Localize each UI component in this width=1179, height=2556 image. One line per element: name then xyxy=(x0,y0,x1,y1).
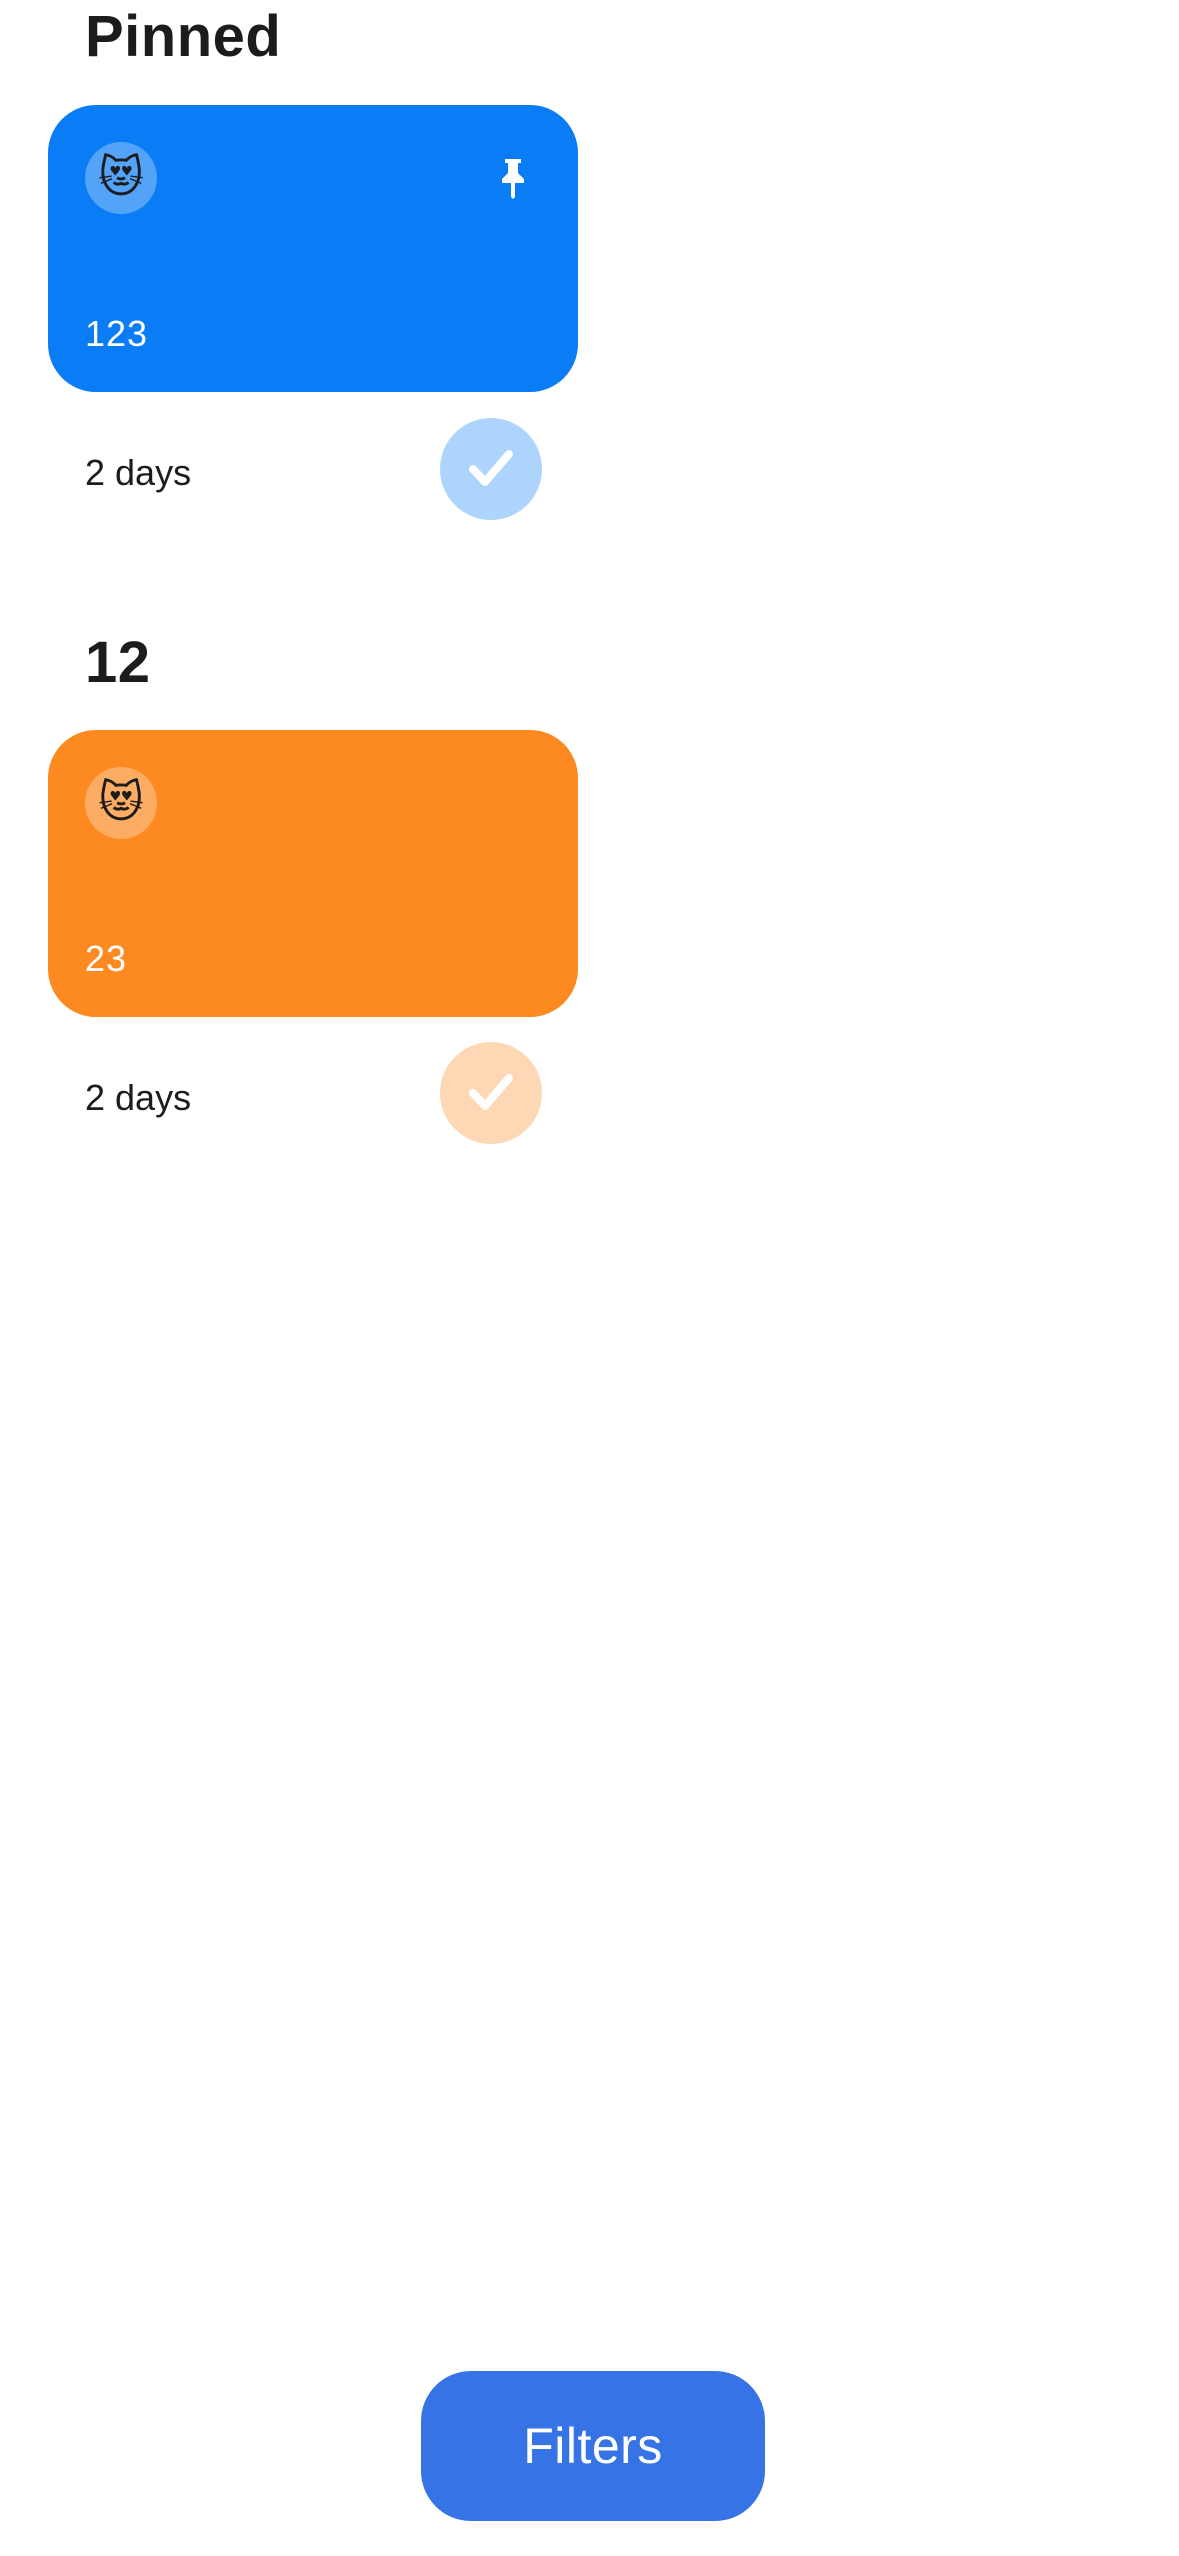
emoji-badge: 😻 xyxy=(85,142,157,214)
duration-label: 2 days xyxy=(85,1077,192,1118)
checkmark-icon xyxy=(469,1074,513,1110)
checkmark-icon xyxy=(469,450,513,486)
card-count: 123 xyxy=(85,313,149,354)
item-card[interactable]: 😻 23 xyxy=(48,730,578,1017)
filters-button[interactable]: Filters xyxy=(421,2371,765,2521)
section-title-12: 12 xyxy=(85,630,151,695)
item-card[interactable]: 😻 123 xyxy=(48,105,578,392)
card-count: 23 xyxy=(85,938,128,979)
duration-label: 2 days xyxy=(85,452,192,493)
complete-button[interactable] xyxy=(440,418,542,520)
emoji-badge: 😻 xyxy=(85,767,157,839)
complete-button[interactable] xyxy=(440,1042,542,1144)
section-title-pinned: Pinned xyxy=(85,4,282,69)
pin-icon xyxy=(502,159,524,199)
